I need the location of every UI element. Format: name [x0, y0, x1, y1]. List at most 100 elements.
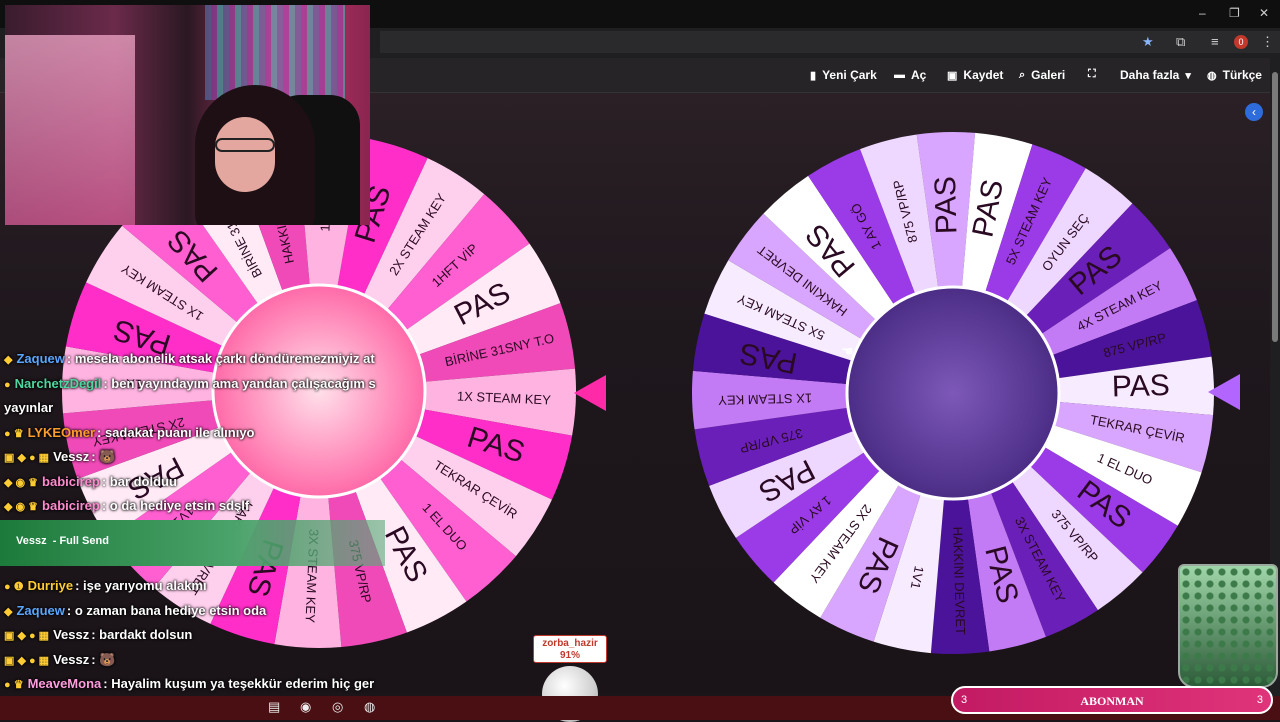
save-label: Kaydet: [963, 68, 1004, 82]
chat-username[interactable]: babicirep: [42, 474, 100, 489]
language-label: Türkçe: [1222, 68, 1262, 82]
chevron-down-icon: ▾: [1185, 69, 1191, 82]
chat-message: ◆ Zaquew: o zaman bana hediye etsin oda: [4, 603, 266, 618]
sub-count-right: 3: [1256, 694, 1263, 706]
profile-avatar[interactable]: 0: [1234, 35, 1248, 49]
webcam-overlay: [5, 5, 370, 225]
chat-text: : sadakat puanı ile alınıyo: [97, 424, 255, 440]
chat-badges: ● ♛: [4, 427, 24, 440]
chat-badges: ▣ ◆ ● ▦: [4, 630, 50, 642]
bookmark-star-icon[interactable]: ★: [1142, 34, 1154, 50]
chat-text: : bar dolduu: [101, 473, 177, 489]
more-label: Daha fazla: [1120, 68, 1180, 82]
globe-icon: ◍: [1207, 69, 1217, 82]
chat-username[interactable]: Zaquew: [16, 351, 64, 366]
mouse-cursor-icon: ☚: [841, 343, 854, 359]
gallery-button[interactable]: ⌕ Galeri: [1019, 68, 1065, 82]
scrollbar-thumb[interactable]: [1272, 72, 1278, 342]
sub-jar: [1178, 564, 1278, 688]
chat-text: yayınlar: [4, 400, 54, 415]
chat-badges: ▣ ◆ ● ▦: [4, 452, 50, 464]
sub-goal-bar: 3 ABONMAN 3: [951, 686, 1273, 714]
chat-badges: ◆: [4, 605, 13, 618]
obs-icon[interactable]: ◍: [364, 699, 375, 715]
app-icon[interactable]: ◎: [332, 699, 343, 715]
save-icon: ▣: [947, 69, 958, 82]
chat-username[interactable]: babicirep: [42, 498, 100, 513]
chat-badges: ◆ ◉ ♛: [4, 476, 39, 489]
wheel-pointer-left: [574, 375, 606, 411]
media-control-icon[interactable]: ≡: [1211, 34, 1219, 49]
chat-username[interactable]: MeaveMona: [28, 676, 102, 691]
chat-username[interactable]: Vessz: [53, 627, 89, 642]
chat-username[interactable]: Zaquew: [16, 603, 64, 618]
wheel-segment-label: PAS: [929, 176, 964, 235]
search-icon: ⌕: [1019, 68, 1026, 81]
chat-text: : 🐻: [91, 651, 116, 667]
chat-text: : o zaman bana hediye etsin oda: [66, 602, 267, 618]
spin-wheel-right[interactable]: PAS PAS5X STEAM KEYOYUN SEÇPAS4X STEAM KE…: [688, 128, 1218, 658]
chat-message: ▣ ◆ ● ▦ Vessz: 🐻: [4, 652, 115, 668]
chat-text: : bardakt dolsun: [91, 627, 193, 642]
chat-badges: ▣ ◆ ● ▦: [4, 654, 50, 667]
chat-message: ◆ ◉ ♛ babicirep: o da hediye etsin sdşlf: [4, 498, 249, 513]
file-icon: ▮: [810, 69, 817, 82]
chat-message: ● ❶ Durriye: işe yarıyomu alakmı: [4, 578, 207, 593]
chat-text: : o da hediye etsin sdşlf: [101, 498, 250, 513]
file-explorer-icon[interactable]: ▤: [268, 699, 280, 715]
chat-message: ● ♛ LYKEOmer: sadakat puanı ile alınıyo: [4, 425, 255, 440]
chat-badges: ●: [4, 378, 11, 391]
fullscreen-button[interactable]: ⛶: [1088, 68, 1096, 81]
tag-percent: 91%: [559, 650, 580, 661]
chat-username[interactable]: Vessz: [53, 652, 89, 667]
chat-username[interactable]: LYKEOmer: [28, 425, 95, 440]
more-menu-button[interactable]: Daha fazla ▾: [1120, 68, 1191, 82]
wheel-segment-label: PAS: [1111, 369, 1170, 404]
chat-text: : mesela abonelik atsak çarkı döndüremez…: [66, 351, 375, 366]
browser-menu-icon[interactable]: ⋮: [1261, 34, 1274, 50]
folder-icon: ▬: [894, 69, 905, 81]
open-button[interactable]: ▬ Aç: [894, 68, 926, 82]
collapse-panel-button[interactable]: ‹: [1245, 103, 1263, 121]
cam-glasses: [215, 138, 275, 152]
chat-username[interactable]: Vessz: [53, 449, 89, 464]
wheel-segment-label: 1X STEAM KEY: [718, 390, 813, 408]
cam-lights: [205, 5, 345, 100]
chat-message: ▣ ◆ ● ▦ Vessz: 🐻: [4, 449, 115, 465]
minimize-button[interactable]: –: [1199, 6, 1206, 20]
wheel-segment-label: HAKKINI DEVRET: [950, 526, 968, 635]
chat-message: yayınlar: [4, 400, 53, 415]
chat-badges: ◆ ◉ ♛: [4, 501, 39, 513]
chat-username[interactable]: NarchetzDegil: [15, 376, 102, 391]
chat-overlay: ◆ Zaquew: mesela abonelik atsak çarkı dön…: [0, 345, 390, 716]
chat-message: ◆ ◉ ♛ babicirep: bar dolduu: [4, 474, 177, 489]
chat-message: ◆ Zaquew: mesela abonelik atsak çarkı dön…: [4, 351, 375, 366]
chat-text: : işe yarıyomu alakmı: [75, 578, 207, 593]
chat-text: : 🐻: [91, 449, 116, 464]
chrome-icon[interactable]: ◉: [300, 699, 311, 715]
save-button[interactable]: ▣ Kaydet: [947, 68, 1003, 82]
chat-text: : Hayalim kuşum ya teşekkür ederim hiç g…: [103, 676, 375, 691]
cam-person-face: [215, 117, 275, 192]
tag-username: zorba_hazir: [542, 638, 598, 649]
name-tag: zorba_hazir 91%: [533, 635, 607, 663]
gallery-label: Galeri: [1031, 68, 1066, 82]
wheel-hub[interactable]: [845, 285, 1061, 501]
chat-badges: ◆: [4, 354, 13, 366]
chat-badges: ● ❶: [4, 581, 24, 593]
chat-message: ● ♛ MeaveMona: Hayalim kuşum ya teşekkür …: [4, 676, 374, 691]
extensions-icon[interactable]: ⧉: [1176, 34, 1185, 50]
chat-username[interactable]: Durriye: [28, 578, 74, 593]
fullscreen-icon: ⛶: [1088, 68, 1096, 80]
new-wheel-label: Yeni Çark: [822, 68, 877, 82]
restore-button[interactable]: ❐: [1229, 6, 1240, 20]
chat-text: : ben yayındayım ama yandan çalışacağım …: [103, 375, 376, 391]
chat-message: ▣ ◆ ● ▦ Vessz: bardakt dolsun: [4, 627, 192, 642]
chat-badges: ● ♛: [4, 679, 24, 691]
cam-shelf: [5, 35, 135, 225]
language-button[interactable]: ◍ Türkçe: [1207, 68, 1262, 82]
new-wheel-button[interactable]: ▮ Yeni Çark: [810, 68, 877, 82]
chat-message: ● NarchetzDegil: ben yayındayım ama yanda…: [4, 376, 376, 391]
close-window-button[interactable]: ✕: [1259, 6, 1269, 20]
wheel-pointer-right: [1208, 374, 1240, 410]
